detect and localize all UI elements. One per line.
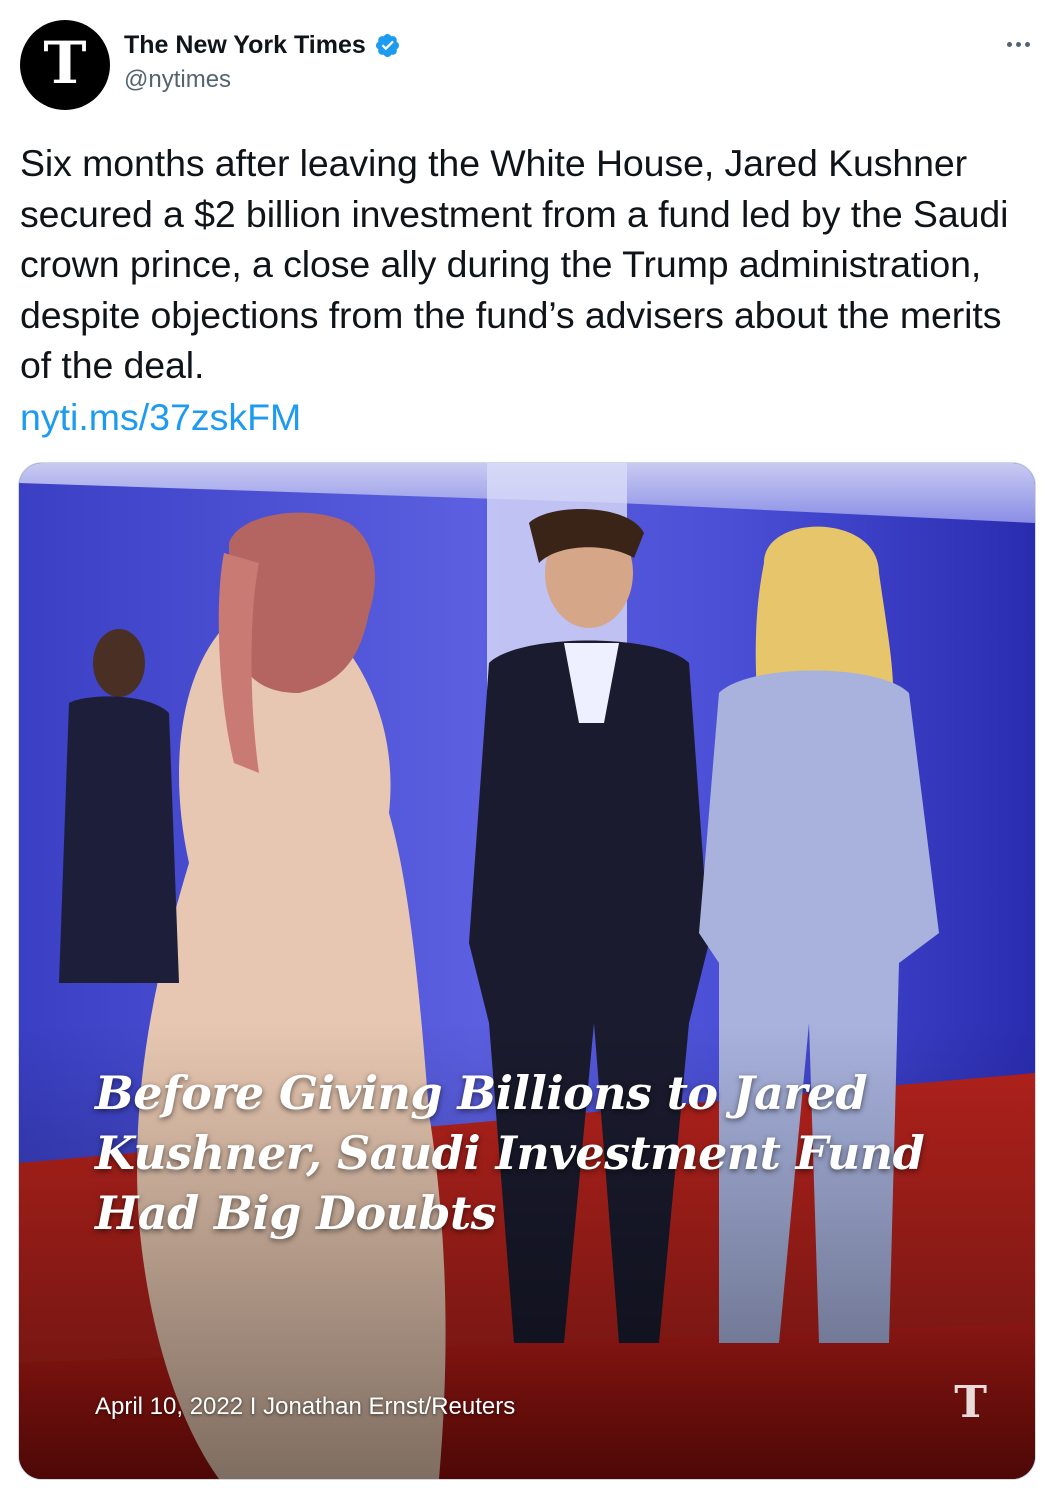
tweet-text: Six months after leaving the White House… bbox=[20, 142, 1009, 386]
verified-badge-icon bbox=[375, 33, 399, 57]
media-card[interactable]: Before Giving Billions to Jared Kushner,… bbox=[18, 462, 1036, 1480]
tweet-link[interactable]: nyti.ms/37zskFM bbox=[20, 392, 301, 442]
more-options-button[interactable] bbox=[998, 26, 1038, 62]
article-photo bbox=[19, 463, 1035, 1479]
tweet-card: T The New York Times @nytimes Six months… bbox=[0, 0, 1056, 1498]
user-handle[interactable]: @nytimes bbox=[124, 66, 231, 94]
nyt-watermark-icon: T bbox=[954, 1377, 987, 1428]
author-name-row[interactable]: The New York Times bbox=[124, 30, 401, 60]
article-headline: Before Giving Billions to Jared Kushner,… bbox=[95, 1066, 925, 1240]
display-name[interactable]: The New York Times bbox=[124, 31, 366, 60]
more-horizontal-icon bbox=[1006, 41, 1030, 47]
nyt-logo-icon: T bbox=[43, 29, 87, 97]
photo-credit: April 10, 2022 I Jonathan Ernst/Reuters bbox=[95, 1393, 516, 1420]
avatar[interactable]: T bbox=[20, 20, 110, 110]
